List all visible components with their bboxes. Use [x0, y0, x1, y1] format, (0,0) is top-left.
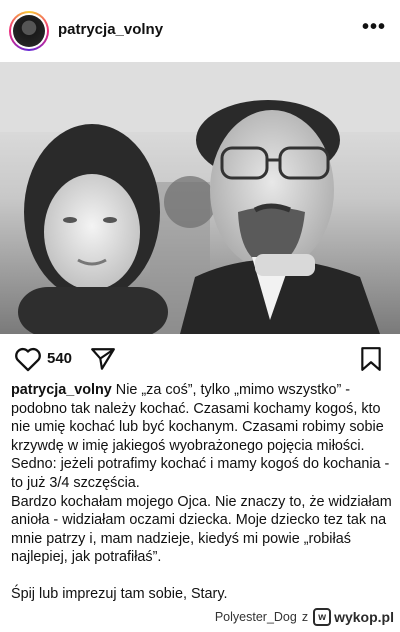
more-options-icon[interactable]: •••: [362, 17, 386, 37]
send-icon[interactable]: [90, 346, 116, 377]
caption-username[interactable]: patrycja_volny: [11, 382, 112, 398]
avatar-image: [13, 15, 45, 47]
post-photo[interactable]: [0, 62, 400, 334]
profile-avatar[interactable]: [9, 11, 49, 51]
watermark-user: Polyester_Dog: [214, 610, 297, 624]
watermark-site: wykop.pl: [334, 609, 394, 625]
bookmark-icon[interactable]: [360, 346, 382, 377]
watermark-z: z: [301, 610, 309, 624]
caption-paragraph-1: patrycja_volny Nie „za coś”, tylko „mimo…: [11, 381, 395, 493]
wykop-logo: w wykop.pl: [313, 608, 394, 626]
post-caption: patrycja_volny Nie „za coś”, tylko „mimo…: [11, 381, 395, 604]
wykop-icon: w: [313, 608, 332, 626]
caption-paragraph-2: Bardzo kochałam mojego Ojca. Nie znaczy …: [11, 493, 392, 566]
likes-count[interactable]: 540: [47, 350, 72, 367]
header-username[interactable]: patrycja_volny: [58, 21, 163, 38]
post-header: patrycja_volny •••: [0, 0, 400, 62]
caption-text-1: Nie „za coś”, tylko „mimo wszystko” - po…: [11, 382, 390, 491]
watermark: Polyester_Dog z w wykop.pl: [215, 604, 394, 630]
post-actions: 540: [0, 334, 400, 382]
heart-icon[interactable]: [14, 346, 42, 377]
caption-paragraph-3: Śpij lub imprezuj tam sobie, Stary.: [11, 585, 228, 602]
black-and-white-photo: [0, 62, 400, 334]
